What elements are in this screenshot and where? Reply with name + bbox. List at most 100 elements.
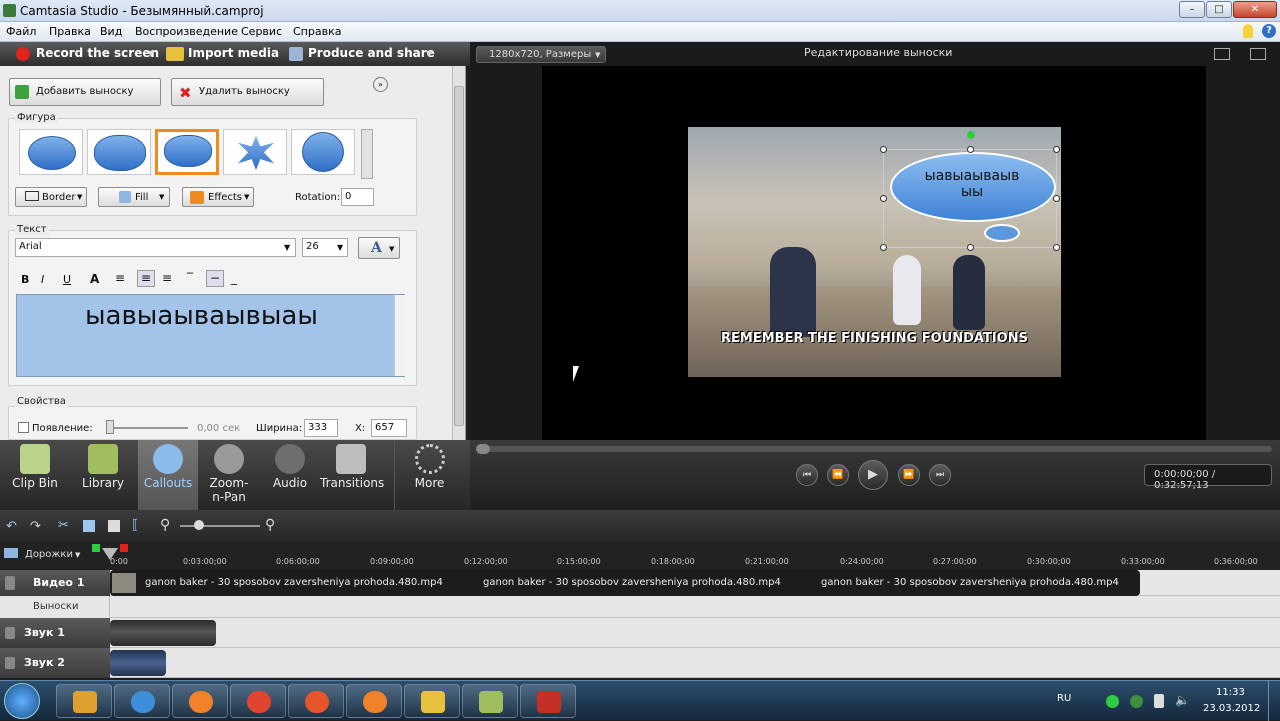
resize-handle[interactable]: [1053, 146, 1060, 153]
tab-transitions[interactable]: Transitions: [320, 440, 384, 510]
tab-callouts[interactable]: Callouts: [138, 440, 198, 510]
shape-circle[interactable]: [291, 129, 355, 175]
rotate-handle[interactable]: [967, 131, 975, 139]
appearance-slider[interactable]: [108, 427, 188, 429]
audio1-track[interactable]: Звук 1: [0, 618, 1280, 648]
show-desktop-button[interactable]: [1268, 681, 1280, 721]
split-icon[interactable]: ⟦: [132, 518, 138, 533]
track-header-video1[interactable]: Видео 1: [0, 570, 110, 596]
skip-back-icon[interactable]: ⏮: [796, 464, 818, 486]
taskbar-app[interactable]: [230, 684, 286, 718]
menu-tools[interactable]: Сервис: [241, 25, 282, 38]
clock-date[interactable]: 23.03.2012: [1203, 703, 1260, 714]
valign-top-icon[interactable]: ‾: [187, 271, 193, 285]
rewind-icon[interactable]: ⏪: [827, 464, 849, 486]
taskbar-app[interactable]: [288, 684, 344, 718]
timeline-ruler[interactable]: Дорожки ▼ 0:00 0:03:00;00 0:06:00;00 0:0…: [0, 542, 1280, 570]
taskbar-app[interactable]: [172, 684, 228, 718]
start-button[interactable]: [4, 683, 40, 719]
tip-bulb-icon[interactable]: [1243, 24, 1253, 38]
track-header-audio1[interactable]: Звук 1: [0, 618, 110, 648]
audio-clip-1[interactable]: [110, 620, 216, 646]
timeline-zoom-thumb[interactable]: [194, 520, 204, 530]
chevron-down-icon[interactable]: ▼: [337, 243, 343, 252]
taskbar-app[interactable]: [520, 684, 576, 718]
text-scrollbar[interactable]: [394, 295, 405, 376]
width-input[interactable]: 333: [304, 419, 338, 437]
resize-handle[interactable]: [880, 146, 887, 153]
appearance-slider-thumb[interactable]: [106, 420, 114, 434]
panel-scrollbar-thumb[interactable]: [454, 86, 464, 426]
produce-share-button[interactable]: Produce and share: [308, 46, 435, 60]
text-color-icon[interactable]: A: [90, 272, 99, 286]
taskbar-app[interactable]: [114, 684, 170, 718]
tab-audio[interactable]: Audio: [260, 440, 320, 510]
add-callout-button[interactable]: Добавить выноску: [9, 78, 161, 106]
language-indicator[interactable]: RU: [1057, 693, 1071, 704]
appearance-checkbox[interactable]: [18, 422, 29, 433]
chevron-down-icon[interactable]: ▼: [426, 49, 432, 58]
chevron-down-icon[interactable]: ▼: [284, 243, 290, 252]
callout-selection-box[interactable]: ыавыаываыв ыы: [880, 131, 1060, 251]
align-left-icon[interactable]: ≡: [115, 271, 125, 285]
seek-bar[interactable]: [478, 446, 1272, 452]
taskbar-app[interactable]: [56, 684, 112, 718]
tray-icon[interactable]: [1130, 695, 1143, 708]
italic-icon[interactable]: I: [41, 273, 44, 286]
tracks-menu[interactable]: Дорожки: [25, 549, 73, 560]
record-screen-button[interactable]: Record the screen: [36, 46, 159, 60]
zoom-out-icon[interactable]: ⚲: [160, 517, 170, 533]
tab-more[interactable]: More: [394, 440, 464, 510]
resize-handle[interactable]: [967, 146, 974, 153]
underline-icon[interactable]: U: [63, 273, 71, 286]
battery-icon[interactable]: [1154, 694, 1164, 708]
zoom-in-icon[interactable]: ⚲: [265, 517, 275, 533]
align-center-icon[interactable]: ≡: [137, 270, 155, 287]
dimensions-dropdown[interactable]: 1280x720, Размеры ▼: [476, 46, 606, 63]
out-marker[interactable]: [120, 544, 128, 552]
detach-preview-icon[interactable]: [1250, 48, 1266, 60]
video-clip[interactable]: ganon baker - 30 sposobov zaversheniya p…: [110, 570, 1140, 596]
tab-library[interactable]: Library: [70, 440, 136, 510]
resize-handle[interactable]: [880, 244, 887, 251]
import-media-button[interactable]: Import media: [188, 46, 279, 60]
close-button[interactable]: ✕: [1233, 1, 1277, 18]
track-header-callouts[interactable]: Выноски: [0, 596, 110, 618]
collapse-icon[interactable]: »: [373, 77, 388, 92]
copy-icon[interactable]: [83, 520, 95, 532]
shape-cloud-bubble[interactable]: [87, 129, 151, 175]
menu-file[interactable]: Файл: [6, 25, 36, 38]
resize-handle[interactable]: [967, 244, 974, 251]
help-icon[interactable]: ?: [1262, 24, 1276, 38]
font-color-dropdown[interactable]: A ▼: [358, 237, 400, 259]
tab-clip-bin[interactable]: Clip Bin: [0, 440, 70, 510]
font-select[interactable]: Arial: [15, 238, 296, 257]
taskbar-app[interactable]: [462, 684, 518, 718]
fill-dropdown[interactable]: Fill ▼: [98, 187, 170, 207]
resize-handle[interactable]: [1053, 195, 1060, 202]
tray-icon[interactable]: [1106, 695, 1119, 708]
seek-thumb[interactable]: [476, 444, 490, 454]
bold-icon[interactable]: B: [21, 273, 29, 286]
fullscreen-icon[interactable]: [1214, 48, 1230, 60]
chevron-down-icon[interactable]: ▼: [75, 551, 80, 559]
menu-view[interactable]: Вид: [100, 25, 122, 38]
track-header-audio2[interactable]: Звук 2: [0, 648, 110, 678]
chevron-down-icon[interactable]: ▼: [148, 49, 154, 58]
resize-handle[interactable]: [1053, 244, 1060, 251]
redo-icon[interactable]: ↷: [30, 519, 41, 534]
play-icon[interactable]: ▶: [858, 460, 888, 490]
menu-edit[interactable]: Правка: [49, 25, 91, 38]
panel-scrollbar[interactable]: [452, 66, 465, 440]
resize-handle[interactable]: [880, 195, 887, 202]
align-right-icon[interactable]: ≡: [162, 271, 172, 285]
effects-dropdown[interactable]: Effects ▼: [182, 187, 254, 207]
remove-callout-button[interactable]: ✖ Удалить выноску: [171, 78, 324, 106]
in-marker[interactable]: [92, 544, 100, 552]
minimize-button[interactable]: –: [1179, 1, 1205, 18]
taskbar-app[interactable]: [404, 684, 460, 718]
skip-forward-icon[interactable]: ⏭: [929, 464, 951, 486]
paste-icon[interactable]: [108, 520, 120, 532]
track-lock-icon[interactable]: [5, 627, 15, 639]
video-track[interactable]: Видео 1 ganon baker - 30 sposobov zavers…: [0, 570, 1280, 596]
